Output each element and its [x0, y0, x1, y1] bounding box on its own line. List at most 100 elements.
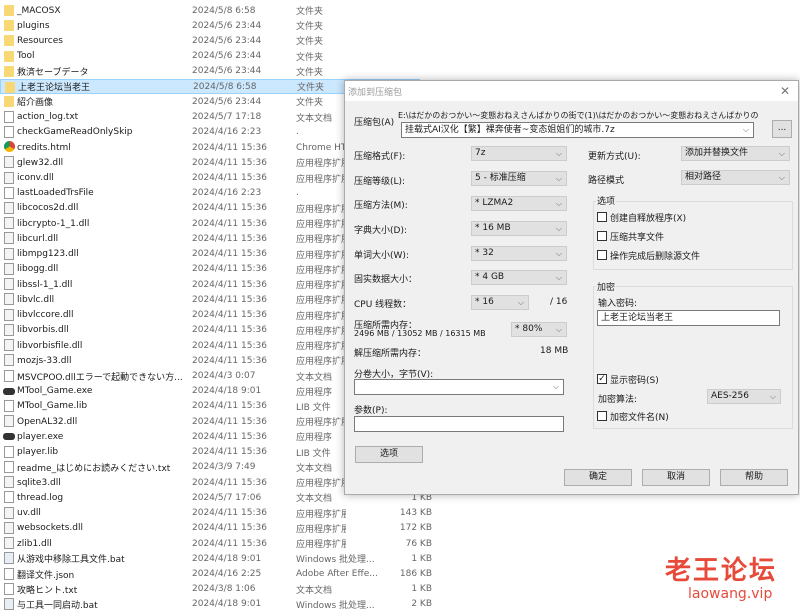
- file-date: 2024/3/9 7:49: [192, 462, 256, 473]
- dll-icon: [4, 217, 14, 230]
- file-date: 2024/4/3 0:07: [192, 371, 256, 382]
- sfx-checkbox[interactable]: [597, 212, 607, 222]
- exe-icon: [3, 433, 15, 441]
- method-value: * LZMA2: [475, 198, 514, 208]
- file-row[interactable]: websockets.dll 2024/4/11 15:36 应用程序扩展 17…: [0, 521, 440, 536]
- file-row[interactable]: Tool 2024/5/6 23:44 文件夹: [0, 49, 440, 64]
- dll-icon: [4, 247, 14, 260]
- file-name: MTool_Game.lib: [17, 401, 88, 412]
- params-input[interactable]: [354, 416, 564, 432]
- chevron-down-icon: ⌵: [778, 149, 785, 158]
- close-icon[interactable]: ✕: [780, 84, 790, 98]
- file-type: 应用程序: [296, 433, 333, 444]
- file-date: 2024/4/11 15:36: [192, 477, 267, 488]
- file-date: 2024/4/16 2:23: [192, 127, 262, 138]
- dict-select[interactable]: * 16 MB ⌵: [471, 221, 567, 236]
- file-icon: [4, 110, 14, 123]
- split-combo[interactable]: ⌵: [354, 379, 564, 395]
- dll-icon: [4, 308, 14, 321]
- encrypt-names-checkbox[interactable]: [597, 411, 607, 421]
- update-select[interactable]: 添加并替换文件 ⌵: [681, 146, 790, 161]
- cpu-max: / 16: [550, 297, 568, 307]
- file-row[interactable]: 从游戏中移除工具文件.bat 2024/4/18 9:01 Windows 批处…: [0, 551, 440, 566]
- file-row[interactable]: uv.dll 2024/4/11 15:36 应用程序扩展 143 KB: [0, 506, 440, 521]
- folder-icon: [4, 20, 14, 32]
- ok-button[interactable]: 确定: [564, 469, 632, 486]
- cpu-select[interactable]: * 16 ⌵: [471, 295, 529, 310]
- chevron-down-icon: ⌵: [555, 325, 562, 334]
- file-row[interactable]: 翻译文件.json 2024/4/16 2:25 Adobe After Eff…: [0, 567, 440, 582]
- folder-icon: [4, 96, 14, 108]
- dialog-title: 添加到压缩包: [348, 88, 403, 98]
- file-type: 应用程序扩展: [296, 342, 346, 353]
- file-type: LIB 文件: [296, 448, 331, 459]
- format-select[interactable]: 7z ⌵: [471, 146, 567, 161]
- file-name: MSVCPOO.dllエラーで起動できない方...: [17, 372, 183, 383]
- file-date: 2024/4/11 15:36: [192, 157, 267, 168]
- solid-select[interactable]: * 4 GB ⌵: [471, 270, 567, 285]
- enc-method-select[interactable]: AES-256 ⌵: [707, 389, 781, 404]
- title-bar: 添加到压缩包 ✕: [345, 81, 798, 101]
- file-date: 2024/4/11 15:36: [192, 447, 267, 458]
- file-date: 2024/5/6 23:44: [192, 66, 262, 77]
- file-name: MTool_Game.exe: [17, 386, 93, 397]
- password-input[interactable]: 上老王论坛当老王: [597, 310, 780, 326]
- file-row[interactable]: 救済セーブデータ 2024/5/6 23:44 文件夹: [0, 64, 440, 79]
- options-button[interactable]: 选项: [355, 446, 423, 463]
- file-icon: [4, 445, 14, 458]
- file-row[interactable]: plugins 2024/5/6 23:44 文件夹: [0, 18, 440, 33]
- dll-icon: [4, 201, 14, 214]
- path-select[interactable]: 相对路径 ⌵: [681, 170, 790, 185]
- file-name: checkGameReadOnlySkip: [17, 127, 133, 138]
- bat-icon: [4, 552, 14, 565]
- file-date: 2024/4/11 15:36: [192, 310, 267, 321]
- file-date: 2024/5/6 23:44: [192, 20, 262, 31]
- shared-checkbox[interactable]: [597, 231, 607, 241]
- file-date: 2024/4/11 15:36: [192, 173, 267, 184]
- file-size: 76 KB: [405, 538, 432, 549]
- file-name: websockets.dll: [17, 523, 83, 534]
- file-icon: [4, 582, 14, 595]
- file-date: 2024/4/11 15:36: [192, 340, 267, 351]
- level-select[interactable]: 5 - 标准压缩 ⌵: [471, 171, 567, 186]
- file-date: 2024/5/6 23:44: [192, 51, 262, 62]
- file-icon: [4, 491, 14, 504]
- file-type: 文本文档: [296, 463, 333, 474]
- decomp-value: 18 MB: [540, 346, 569, 356]
- file-name: Tool: [17, 51, 35, 62]
- watermark-url: laowang.vip: [688, 586, 773, 602]
- mem-percent-select[interactable]: * 80% ⌵: [511, 322, 567, 337]
- show-password-checkbox[interactable]: ✓: [597, 374, 607, 384]
- file-row[interactable]: _MACOSX 2024/5/8 6:58 文件夹: [0, 3, 440, 18]
- file-name: credits.html: [17, 142, 71, 153]
- file-name: readme_はじめにお読みください.txt: [17, 463, 171, 474]
- dll-icon: [4, 156, 14, 169]
- file-row[interactable]: zlib1.dll 2024/4/11 15:36 应用程序扩展 76 KB: [0, 536, 440, 551]
- delete-source-checkbox[interactable]: [597, 250, 607, 260]
- file-name: 攻略ヒント.txt: [17, 585, 78, 596]
- dll-icon: [4, 506, 14, 519]
- file-date: 2024/5/6 23:44: [192, 35, 262, 46]
- file-name: mozjs-33.dll: [17, 355, 72, 366]
- mem-percent-value: * 80%: [515, 324, 543, 334]
- file-row[interactable]: 与工具一同启动.bat 2024/4/18 9:01 Windows 批处理..…: [0, 597, 440, 612]
- file-name: 救済セーブデータ: [17, 67, 89, 78]
- file-type: 应用程序扩展: [296, 250, 346, 261]
- file-type: LIB 文件: [296, 402, 331, 413]
- file-type: 应用程序扩展: [296, 235, 346, 246]
- file-date: 2024/4/11 15:36: [192, 523, 267, 534]
- file-row[interactable]: 攻略ヒント.txt 2024/3/8 1:06 文本文档 1 KB: [0, 582, 440, 597]
- shared-label: 压缩共享文件: [610, 233, 665, 243]
- browse-button[interactable]: ...: [772, 120, 792, 138]
- file-row[interactable]: Resources 2024/5/6 23:44 文件夹: [0, 33, 440, 48]
- file-type: 应用程序: [296, 387, 333, 398]
- help-button[interactable]: 帮助: [720, 469, 788, 486]
- dll-icon: [4, 293, 14, 306]
- file-name: uv.dll: [17, 508, 41, 519]
- file-name: player.exe: [17, 431, 64, 442]
- archive-name-combo[interactable]: 挂载式AI汉化【繁】裸奔使者~变态姐姐们的城市.7z ⌵: [401, 122, 754, 138]
- method-select[interactable]: * LZMA2 ⌵: [471, 196, 567, 211]
- file-type: 文本文档: [296, 494, 333, 505]
- cancel-button[interactable]: 取消: [642, 469, 710, 486]
- word-select[interactable]: * 32 ⌵: [471, 246, 567, 261]
